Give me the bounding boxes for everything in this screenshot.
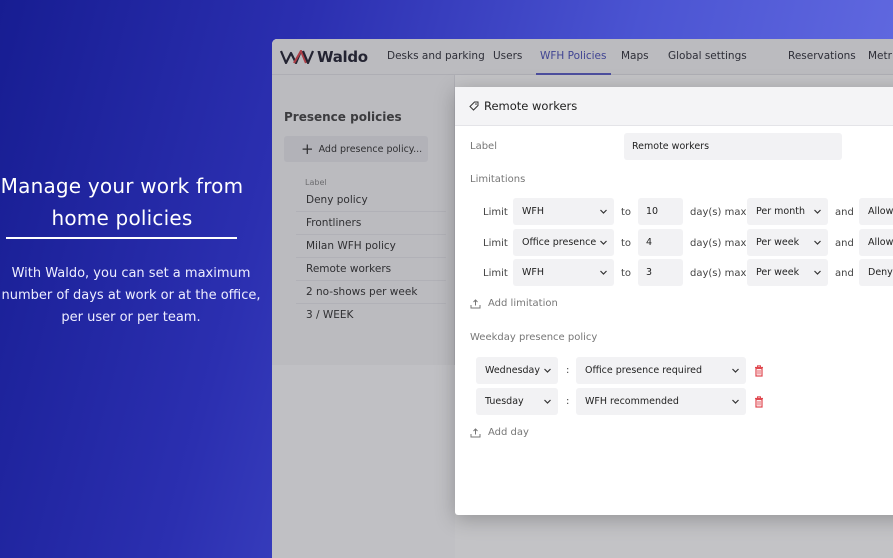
promo-body-line-3: per user or per team. <box>61 310 201 325</box>
label-caption: Label <box>470 141 497 152</box>
days-max-label: day(s) max <box>690 268 747 279</box>
limitation-period-value: Per week <box>756 237 800 248</box>
chevron-down-icon <box>732 367 739 374</box>
limitation-period-select[interactable]: Per week <box>747 259 828 286</box>
trash-icon[interactable] <box>754 396 764 408</box>
limitation-type-select[interactable]: WFH <box>513 259 614 286</box>
chevron-down-icon <box>600 208 607 215</box>
limitation-type-value: WFH <box>522 267 545 278</box>
to-label: to <box>621 238 632 249</box>
chevron-down-icon <box>600 269 607 276</box>
chevron-down-icon <box>814 269 821 276</box>
presence-rule-select[interactable]: WFH recommended <box>576 388 746 415</box>
weekday-policy-caption: Weekday presence policy <box>470 332 598 343</box>
tag-icon <box>469 101 479 111</box>
presence-rule-value: Office presence required <box>585 365 703 376</box>
chevron-down-icon <box>814 208 821 215</box>
promo-divider <box>6 237 237 239</box>
chevron-down-icon <box>600 239 607 246</box>
promo-description: With Waldo, you can set a maximum number… <box>0 263 296 329</box>
to-label: to <box>621 268 632 279</box>
promo-panel: Manage your work from home policies With… <box>0 0 272 558</box>
limit-label: Limit <box>483 238 508 249</box>
limit-label: Limit <box>483 268 508 279</box>
limitation-action-select[interactable]: Deny <box>859 259 893 286</box>
promo-title-line-1: Manage your work from <box>0 174 244 198</box>
limitation-type-select[interactable]: WFH <box>513 198 614 225</box>
limitation-period-value: Per week <box>756 267 800 278</box>
limitation-type-select[interactable]: Office presence <box>513 229 614 256</box>
limitation-type-value: Office presence <box>522 237 597 248</box>
add-day-button[interactable]: Add day <box>470 427 529 438</box>
and-label: and <box>835 207 854 218</box>
limitation-action-select[interactable]: Allow <box>859 198 893 225</box>
add-limitation-button[interactable]: Add limitation <box>470 298 558 309</box>
limitation-count-input[interactable]: 3 <box>638 259 683 286</box>
colon-separator: : <box>566 396 570 407</box>
weekday-select[interactable]: Tuesday <box>476 388 558 415</box>
limitation-action-select[interactable]: Allow <box>859 229 893 256</box>
trash-icon[interactable] <box>754 365 764 377</box>
limitation-period-select[interactable]: Per month <box>747 198 828 225</box>
chevron-down-icon <box>732 398 739 405</box>
limitation-period-select[interactable]: Per week <box>747 229 828 256</box>
and-label: and <box>835 238 854 249</box>
limit-label: Limit <box>483 207 508 218</box>
to-label: to <box>621 207 632 218</box>
limitation-action-value: Deny <box>868 267 893 278</box>
promo-title: Manage your work from home policies <box>0 170 258 234</box>
presence-rule-select[interactable]: Office presence required <box>576 357 746 384</box>
promo-body-line-1: With Waldo, you can set a maximum <box>11 266 251 281</box>
weekday-value: Tuesday <box>485 396 524 407</box>
upload-plus-icon <box>470 298 481 308</box>
modal-title: Remote workers <box>484 99 578 113</box>
limitation-count-input[interactable]: 4 <box>638 229 683 256</box>
days-max-label: day(s) max <box>690 207 747 218</box>
limitations-caption: Limitations <box>470 174 526 185</box>
colon-separator: : <box>566 365 570 376</box>
weekday-value: Wednesday <box>485 365 541 376</box>
policy-edit-modal: Remote workers Label Remote workers Limi… <box>455 87 893 515</box>
promo-title-line-2: home policies <box>51 206 193 230</box>
and-label: and <box>835 268 854 279</box>
weekday-select[interactable]: Wednesday <box>476 357 558 384</box>
presence-rule-value: WFH recommended <box>585 396 679 407</box>
promo-body-line-2: number of days at work or at the office, <box>1 288 261 303</box>
limitation-action-value: Allow <box>868 237 893 248</box>
chevron-down-icon <box>814 239 821 246</box>
days-max-label: day(s) max <box>690 238 747 249</box>
add-limitation-label: Add limitation <box>488 298 558 309</box>
limitation-type-value: WFH <box>522 206 545 217</box>
label-input[interactable]: Remote workers <box>624 133 842 160</box>
upload-plus-icon <box>470 427 481 437</box>
modal-header: Remote workers <box>455 87 893 126</box>
chevron-down-icon <box>544 367 551 374</box>
limitation-period-value: Per month <box>756 206 805 217</box>
chevron-down-icon <box>544 398 551 405</box>
limitation-action-value: Allow <box>868 206 893 217</box>
add-day-label: Add day <box>488 427 529 438</box>
limitation-count-input[interactable]: 10 <box>638 198 683 225</box>
